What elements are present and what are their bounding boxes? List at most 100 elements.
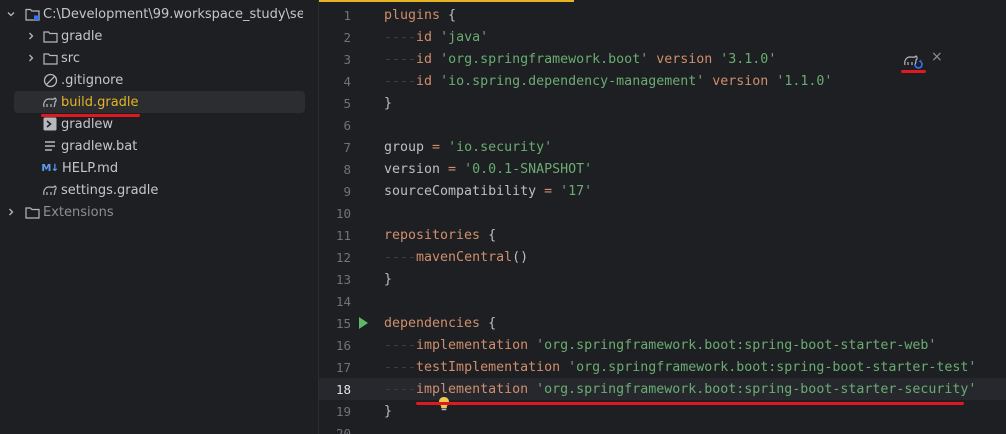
code-operator: =: [440, 161, 465, 177]
code-keyword: dependencies: [384, 315, 481, 331]
code-string: '1.1.0': [776, 73, 833, 89]
code-punct: {: [480, 315, 497, 331]
code-string: 'org.springframework.boot:spring-boot-st…: [536, 337, 937, 353]
folder-icon: [24, 204, 40, 220]
code-line[interactable]: 4 ----id 'io.spring.dependency-managemen…: [319, 70, 1006, 92]
code-line[interactable]: 15 dependencies {: [319, 312, 1006, 334]
tree-item-settings-gradle[interactable]: settings.gradle: [42, 179, 318, 201]
tree-item-label: Extensions: [43, 204, 114, 220]
tree-item-label: src: [61, 50, 80, 66]
gradle-elephant-icon: [42, 182, 58, 198]
line-number: 4: [343, 73, 351, 89]
code-line[interactable]: 16 ----implementation 'org.springframewo…: [319, 334, 1006, 356]
code-string: '0.0.1-SNAPSHOT': [464, 161, 593, 177]
line-number: 17: [335, 359, 351, 375]
line-number: 9: [343, 183, 351, 199]
code-keyword: id: [416, 29, 433, 45]
line-number: 10: [335, 205, 351, 221]
code-operator: =: [424, 139, 449, 155]
gradle-sync-icon[interactable]: [903, 51, 923, 69]
line-number: 18: [335, 381, 351, 397]
code-string: '17': [560, 183, 593, 199]
code-punct: (): [512, 249, 529, 265]
code-line[interactable]: 14: [319, 290, 1006, 312]
code-line[interactable]: 1 plugins {: [319, 4, 1006, 26]
chevron-down-icon[interactable]: [4, 7, 18, 21]
code-string: 'io.spring.dependency-management': [440, 73, 705, 89]
line-number: 14: [335, 293, 351, 309]
annotation-underline: [416, 402, 964, 405]
code-line[interactable]: 10: [319, 202, 1006, 224]
code-line[interactable]: 17 ----testImplementation 'org.springfra…: [319, 356, 1006, 378]
code-string: 'org.springframework.boot:spring-boot-st…: [568, 359, 977, 375]
line-number: 13: [335, 271, 351, 287]
code-line[interactable]: 6: [319, 114, 1006, 136]
code-keyword: version: [712, 73, 769, 89]
ignore-file-icon: [42, 72, 58, 88]
line-number: 7: [343, 139, 351, 155]
module-folder-icon: [24, 6, 40, 22]
code-line[interactable]: 9 sourceCompatibility = '17': [319, 180, 1006, 202]
code-line[interactable]: 5 }: [319, 92, 1006, 114]
code-string: 'java': [440, 29, 489, 45]
code-keyword: implementation: [416, 381, 529, 397]
code-keyword: implementation: [416, 337, 529, 353]
folder-icon: [42, 50, 58, 66]
code-editor[interactable]: 1 plugins { 2 ----id 'java' 3 ----id 'or…: [318, 0, 1006, 434]
line-number: 16: [335, 337, 351, 353]
tree-root-label: C:\Development\99.workspace_study\secur: [43, 6, 303, 22]
code-keyword: id: [416, 73, 433, 89]
tree-item-src[interactable]: src: [24, 47, 318, 69]
line-number: 1: [343, 7, 351, 23]
tree-item-label: build.gradle: [61, 94, 139, 110]
code-string: 'org.springframework.boot:spring-boot-st…: [536, 381, 977, 397]
code-punct: {: [440, 7, 457, 23]
tree-item-build-gradle[interactable]: build.gradle: [14, 91, 305, 113]
tree-item-help-md[interactable]: M↓ HELP.md: [41, 157, 318, 179]
chevron-right-icon[interactable]: [24, 51, 38, 65]
tree-item-label: gradle: [61, 28, 103, 44]
line-number: 5: [343, 95, 351, 111]
code-punct: {: [480, 227, 497, 243]
code-keyword: version: [656, 51, 713, 67]
tree-item-label: gradlew.bat: [61, 138, 138, 154]
code-line[interactable]: 2 ----id 'java': [319, 26, 1006, 48]
tree-item-gitignore[interactable]: .gitignore: [42, 69, 318, 91]
line-number: 15: [335, 315, 351, 331]
code-string: 'io.security': [448, 139, 553, 155]
tree-item-extensions[interactable]: Extensions: [4, 201, 303, 223]
code-line[interactable]: 20: [319, 422, 1006, 434]
code-string: '3.1.0': [720, 51, 777, 67]
tree-item-label: .gitignore: [61, 72, 124, 88]
code-keyword: repositories: [384, 227, 481, 243]
line-number: 2: [343, 29, 351, 45]
tree-item-gradlew-bat[interactable]: gradlew.bat: [42, 135, 318, 157]
markdown-icon: M↓: [41, 162, 59, 174]
code-line[interactable]: 7 group = 'io.security': [319, 136, 1006, 158]
chevron-right-icon[interactable]: [24, 29, 38, 43]
folder-icon: [42, 28, 58, 44]
code-line-current[interactable]: 18 ----implementation 'org.springframewo…: [319, 378, 1006, 411]
code-string: 'org.springframework.boot': [440, 51, 649, 67]
line-number: 19: [335, 403, 351, 419]
code-line[interactable]: 8 version = '0.0.1-SNAPSHOT': [319, 158, 1006, 180]
tree-root-row[interactable]: C:\Development\99.workspace_study\secur: [4, 3, 303, 25]
code-identifier: sourceCompatibility: [384, 183, 537, 199]
close-icon[interactable]: ×: [931, 49, 943, 65]
code-line[interactable]: 12 ----mavenCentral(): [319, 246, 1006, 268]
code-keyword: id: [416, 51, 433, 67]
code-line[interactable]: 13 }: [319, 268, 1006, 290]
code-keyword: plugins: [384, 7, 441, 23]
line-number: 11: [335, 227, 351, 243]
run-gutter-icon[interactable]: [359, 317, 368, 329]
line-number: 12: [335, 249, 351, 265]
code-punct: }: [384, 271, 393, 287]
code-identifier: version: [384, 161, 441, 177]
code-operator: =: [536, 183, 561, 199]
line-number: 6: [343, 117, 351, 133]
tree-item-gradle[interactable]: gradle: [24, 25, 318, 47]
chevron-right-icon[interactable]: [4, 205, 18, 219]
terminal-script-icon: [42, 116, 58, 132]
code-keyword: testImplementation: [416, 359, 561, 375]
code-line[interactable]: 11 repositories {: [319, 224, 1006, 246]
